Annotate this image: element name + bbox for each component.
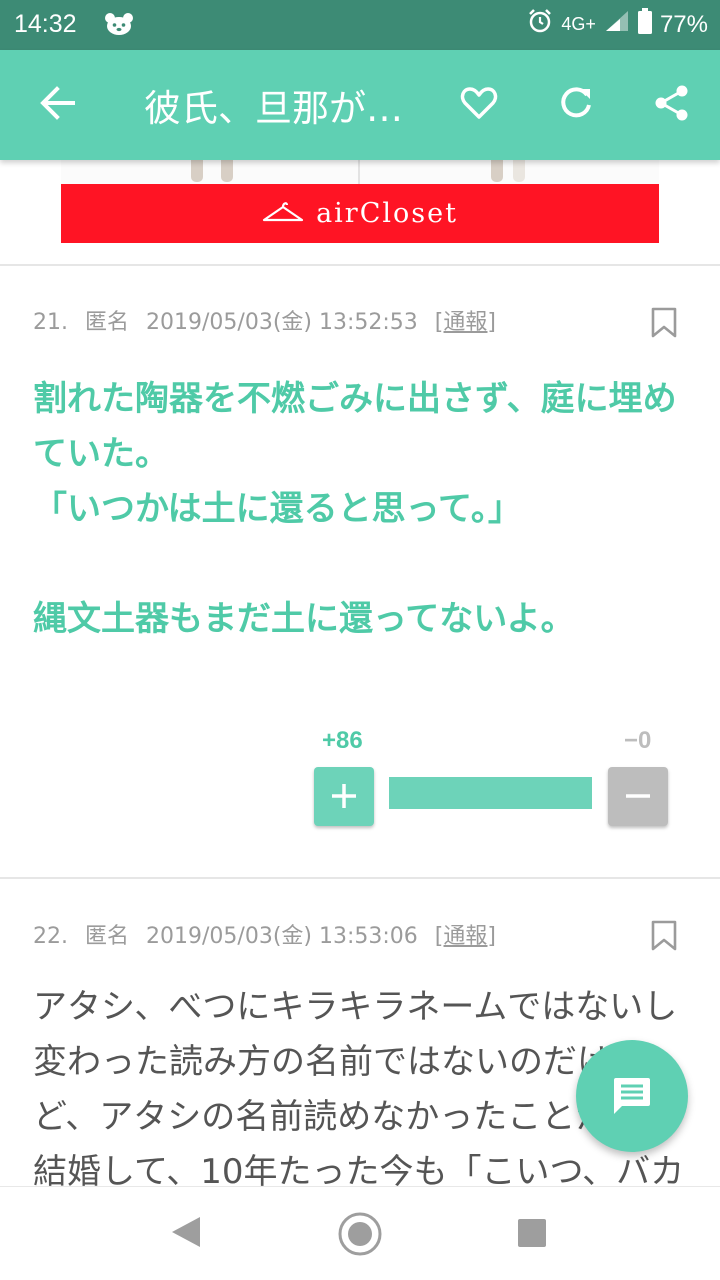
report-link[interactable]: [通報] bbox=[435, 924, 496, 949]
battery-percent: 77% bbox=[659, 10, 708, 38]
ad-brand-strip[interactable]: airCloset bbox=[61, 184, 659, 243]
nav-home-icon[interactable] bbox=[337, 1211, 383, 1261]
ad-banner[interactable]: airCloset bbox=[61, 160, 659, 243]
page-title: 彼氏、旦那が… bbox=[144, 87, 403, 130]
bookmark-icon[interactable] bbox=[651, 307, 677, 343]
comment-meta: 22. 匿名 2019/05/03(金) 13:53:06 [通報] bbox=[33, 918, 506, 950]
heart-icon[interactable] bbox=[459, 83, 499, 127]
comment-meta: 21. 匿名 2019/05/03(金) 13:52:53 [通報] bbox=[33, 304, 506, 336]
comment-author: 匿名 bbox=[85, 310, 130, 335]
plus-vote-count: +86 bbox=[322, 727, 363, 754]
system-nav-bar bbox=[0, 1186, 720, 1280]
comment-body: 割れた陶器を不燃ごみに出さず、庭に埋めていた。 「いつかは土に還ると思って。」 … bbox=[33, 379, 677, 639]
battery-icon bbox=[637, 8, 652, 41]
divider bbox=[0, 877, 720, 879]
add-comment-button[interactable] bbox=[576, 1040, 688, 1152]
alarm-icon bbox=[527, 8, 553, 41]
share-icon[interactable] bbox=[652, 83, 692, 127]
comment-number: 21. bbox=[33, 310, 68, 335]
comment-date: 2019/05/03(金) 13:53:06 bbox=[146, 924, 418, 949]
refresh-icon[interactable] bbox=[556, 83, 596, 127]
comment-number: 22. bbox=[33, 924, 68, 949]
status-time: 14:32 bbox=[14, 10, 77, 38]
report-link[interactable]: [通報] bbox=[435, 310, 496, 335]
comment-date: 2019/05/03(金) 13:52:53 bbox=[146, 310, 418, 335]
status-indicators: 4G+ 77% bbox=[527, 8, 708, 41]
comment-author: 匿名 bbox=[85, 924, 130, 949]
vote-ratio-fill bbox=[389, 777, 592, 809]
bookmark-icon[interactable] bbox=[651, 920, 677, 956]
divider bbox=[0, 264, 720, 266]
ad-brand-name: airCloset bbox=[316, 198, 458, 229]
minus-vote-button[interactable] bbox=[608, 767, 668, 826]
plus-vote-button[interactable] bbox=[314, 767, 374, 826]
network-label: 4G+ bbox=[561, 14, 596, 34]
comment-icon bbox=[614, 1078, 650, 1114]
signal-icon bbox=[604, 9, 630, 40]
app-bar: 彼氏、旦那が… bbox=[0, 50, 720, 160]
vote-ratio-bar bbox=[389, 777, 592, 809]
back-arrow-icon[interactable] bbox=[38, 83, 76, 127]
bear-icon bbox=[104, 12, 134, 40]
nav-back-icon[interactable] bbox=[170, 1215, 202, 1253]
plus-icon bbox=[332, 784, 356, 808]
minus-vote-count: −0 bbox=[624, 727, 652, 754]
minus-icon bbox=[626, 794, 650, 798]
hanger-icon bbox=[262, 200, 304, 228]
nav-recents-icon[interactable] bbox=[517, 1218, 547, 1252]
status-bar: 14:32 4G+ 77% bbox=[0, 0, 720, 50]
ad-photo bbox=[61, 160, 659, 184]
